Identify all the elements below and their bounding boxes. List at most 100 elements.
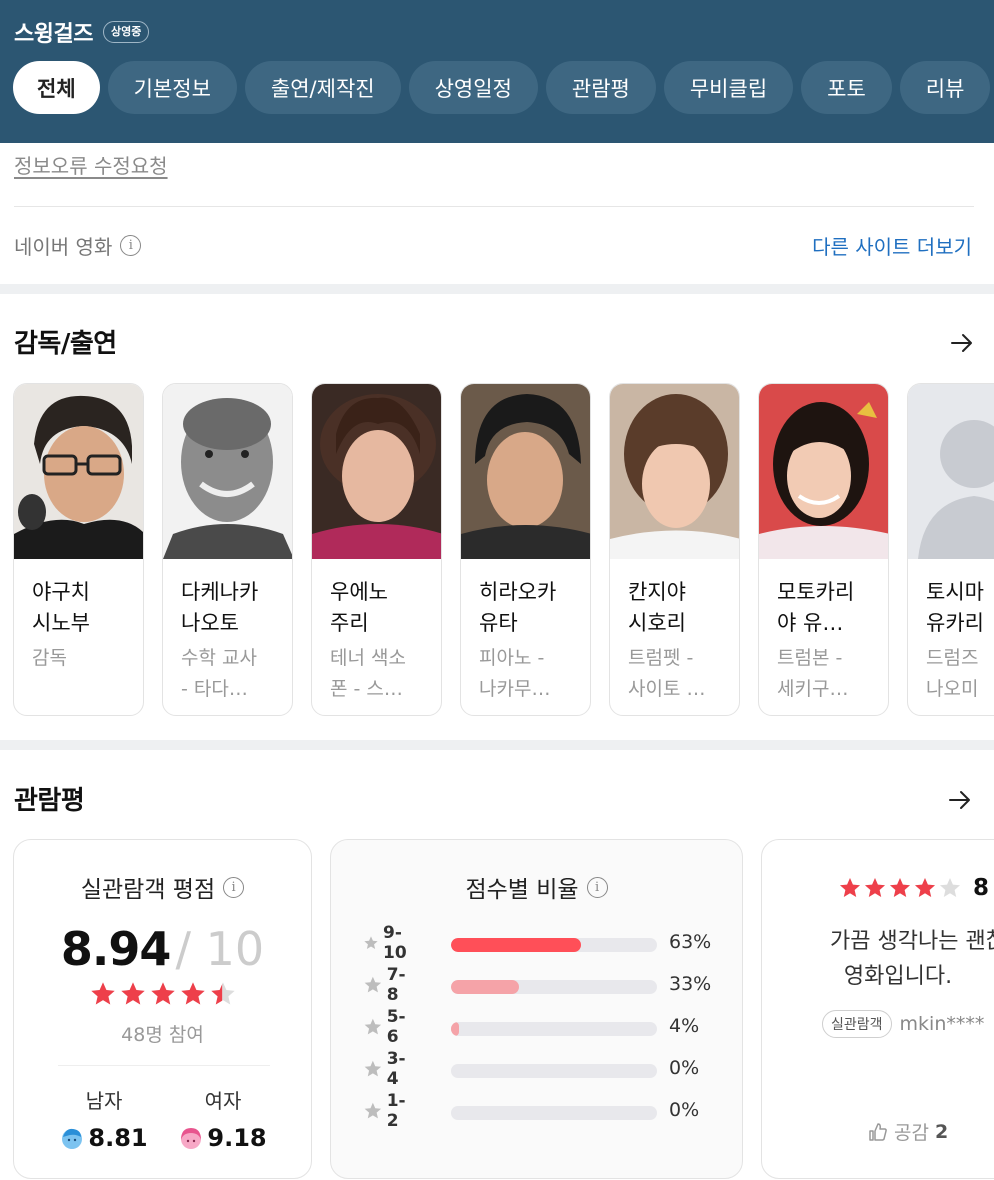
male-label: 남자 — [85, 1089, 123, 1113]
cast-name-text: 야구치 시노부 — [32, 580, 90, 635]
cast-role-text: 트럼본 - 세키구… — [777, 647, 849, 700]
distribution-card-title: 점수별 비율 — [465, 877, 579, 903]
review-text-line: 영화입니다. — [843, 964, 953, 989]
star-icon — [150, 982, 175, 1005]
female-score-number: 9.18 — [207, 1124, 267, 1152]
star-icon — [915, 878, 935, 897]
cast-photo-placeholder — [908, 384, 994, 559]
tab-cast-crew[interactable]: 출연/제작진 — [244, 61, 401, 114]
star-icon — [364, 936, 378, 949]
distribution-percent: 0% — [669, 1099, 700, 1121]
tab-basic-info[interactable]: 기본정보 — [107, 61, 237, 114]
cast-name-text: 칸지야 시호리 — [628, 580, 686, 635]
cast-name: 다케나카 나오토 — [163, 563, 292, 639]
distribution-row: 1-2 0% — [363, 1091, 733, 1131]
male-face-icon — [62, 1128, 83, 1149]
distribution-bar-track — [451, 1106, 657, 1120]
cast-card[interactable]: 다케나카 나오토 수학 교사 - 타다… — [162, 383, 293, 716]
cast-role: 테너 색소 폰 - 스… — [312, 639, 441, 705]
status-badge: 상영중 — [102, 21, 150, 43]
cast-name-text: 다케나카 나오토 — [181, 580, 259, 635]
review-text-line: 가끔 생각나는 괜찮 — [830, 929, 994, 954]
star-icon — [364, 1060, 382, 1077]
cast-card[interactable]: 칸지야 시호리 트럼펫 - 사이토 … — [609, 383, 740, 716]
star-icon — [120, 982, 145, 1005]
tab-schedule[interactable]: 상영일정 — [408, 61, 538, 114]
star-icon — [364, 1018, 382, 1035]
star-icon — [840, 878, 860, 897]
review-stars — [838, 876, 962, 900]
female-label: 여자 — [204, 1089, 242, 1113]
cast-card[interactable]: 토시마 유카리 드럼즈 나오미 — [907, 383, 994, 716]
verified-audience-badge: 실관람객 — [822, 1010, 892, 1038]
tab-reviews[interactable]: 리뷰 — [899, 61, 991, 114]
cast-list: 야구치 시노부 감독 다케나카 나오토 수학 교사 - 타다… 우에노 주리 테… — [13, 383, 994, 716]
title-row: 스윙걸즈 상영중 — [14, 16, 150, 48]
reviews-more-arrow-icon[interactable] — [948, 788, 972, 812]
review-text: 가끔 생각나는 괜찮 영화입니다. — [798, 924, 994, 994]
distribution-bar-track — [451, 1064, 657, 1078]
cast-card[interactable]: 우에노 주리 테너 색소 폰 - 스… — [311, 383, 442, 716]
cast-name: 모토카리 야 유… — [759, 563, 888, 639]
star-icon — [890, 878, 910, 897]
section-gap — [0, 740, 994, 750]
score-range-label: 9-10 — [363, 923, 417, 963]
cast-name-text: 토시마 유카리 — [926, 580, 984, 635]
like-count: 2 — [934, 1120, 949, 1143]
cast-role-text: 드럼즈 나오미 — [926, 647, 979, 700]
more-sites-link[interactable]: 다른 사이트 더보기 — [812, 231, 972, 260]
cast-name: 히라오카 유타 — [461, 563, 590, 639]
star-icon — [90, 982, 115, 1005]
score-range-label: 3-4 — [363, 1049, 417, 1089]
info-icon[interactable]: i — [223, 876, 245, 898]
tab-all[interactable]: 전체 — [13, 61, 100, 114]
cast-role-text: 감독 — [32, 647, 67, 669]
tab-bar: 전체 기본정보 출연/제작진 상영일정 관람평 무비클립 포토 리뷰 — [13, 61, 991, 114]
cast-card[interactable]: 히라오카 유타 피아노 - 나카무… — [460, 383, 591, 716]
cast-role: 피아노 - 나카무… — [461, 639, 590, 705]
cast-role-text: 트럼펫 - 사이토 … — [628, 647, 706, 700]
cast-section-title: 감독/출연 — [14, 329, 117, 359]
info-icon[interactable]: i — [586, 876, 608, 898]
distribution-bar-track — [451, 980, 657, 994]
distribution-bar-fill — [451, 1022, 460, 1036]
score-value: 8.94 — [60, 922, 171, 976]
score-range-text: 1-2 — [386, 1091, 406, 1131]
movie-title[interactable]: 스윙걸즈 — [14, 16, 93, 48]
tab-photos[interactable]: 포토 — [801, 61, 892, 114]
review-card[interactable]: 8 가끔 생각나는 괜찮 영화입니다. 실관람객 mkin**** 공감 2 — [761, 839, 994, 1179]
info-icon[interactable]: i — [120, 235, 142, 256]
participant-count: 48명 참여 — [121, 1024, 204, 1046]
cast-name: 우에노 주리 — [312, 563, 441, 639]
male-score-value: 8.81 — [59, 1124, 149, 1152]
cast-role-text: 테너 색소 폰 - 스… — [330, 647, 406, 700]
cast-name-text: 우에노 주리 — [330, 580, 388, 635]
distribution-bar-track — [451, 1022, 657, 1036]
distribution-row: 3-4 0% — [363, 1049, 733, 1089]
distribution-bar-track — [451, 938, 657, 952]
distribution-bar-fill — [451, 938, 581, 952]
distribution-percent: 33% — [669, 973, 712, 995]
cast-card[interactable]: 야구치 시노부 감독 — [13, 383, 144, 716]
cast-role-text: 피아노 - 나카무… — [479, 647, 551, 700]
distribution-bar-fill — [451, 980, 519, 994]
distribution-row: 5-6 4% — [363, 1007, 733, 1047]
review-score: 8 — [973, 875, 990, 901]
tab-ratings[interactable]: 관람평 — [545, 61, 656, 114]
distribution-row: 9-10 63% — [363, 923, 733, 963]
tab-movie-clips[interactable]: 무비클립 — [663, 61, 794, 114]
like-button[interactable]: 공감 2 — [868, 1118, 948, 1145]
divider — [58, 1065, 270, 1066]
female-score: 여자 9.18 — [178, 1085, 268, 1152]
like-label: 공감 — [894, 1122, 929, 1144]
cast-name: 칸지야 시호리 — [610, 563, 739, 639]
cast-more-arrow-icon[interactable] — [950, 331, 974, 355]
male-score-number: 8.81 — [88, 1124, 148, 1152]
cast-photo — [610, 384, 739, 559]
cast-card[interactable]: 모토카리 야 유… 트럼본 - 세키구… — [758, 383, 889, 716]
source-label-text: 네이버 영화 — [14, 235, 113, 259]
cast-role: 트럼펫 - 사이토 … — [610, 639, 739, 705]
report-error-link[interactable]: 정보오류 수정요청 — [14, 150, 168, 179]
score-range-text: 5-6 — [386, 1007, 406, 1047]
reviewer-info: 실관람객 mkin**** — [822, 1010, 984, 1038]
